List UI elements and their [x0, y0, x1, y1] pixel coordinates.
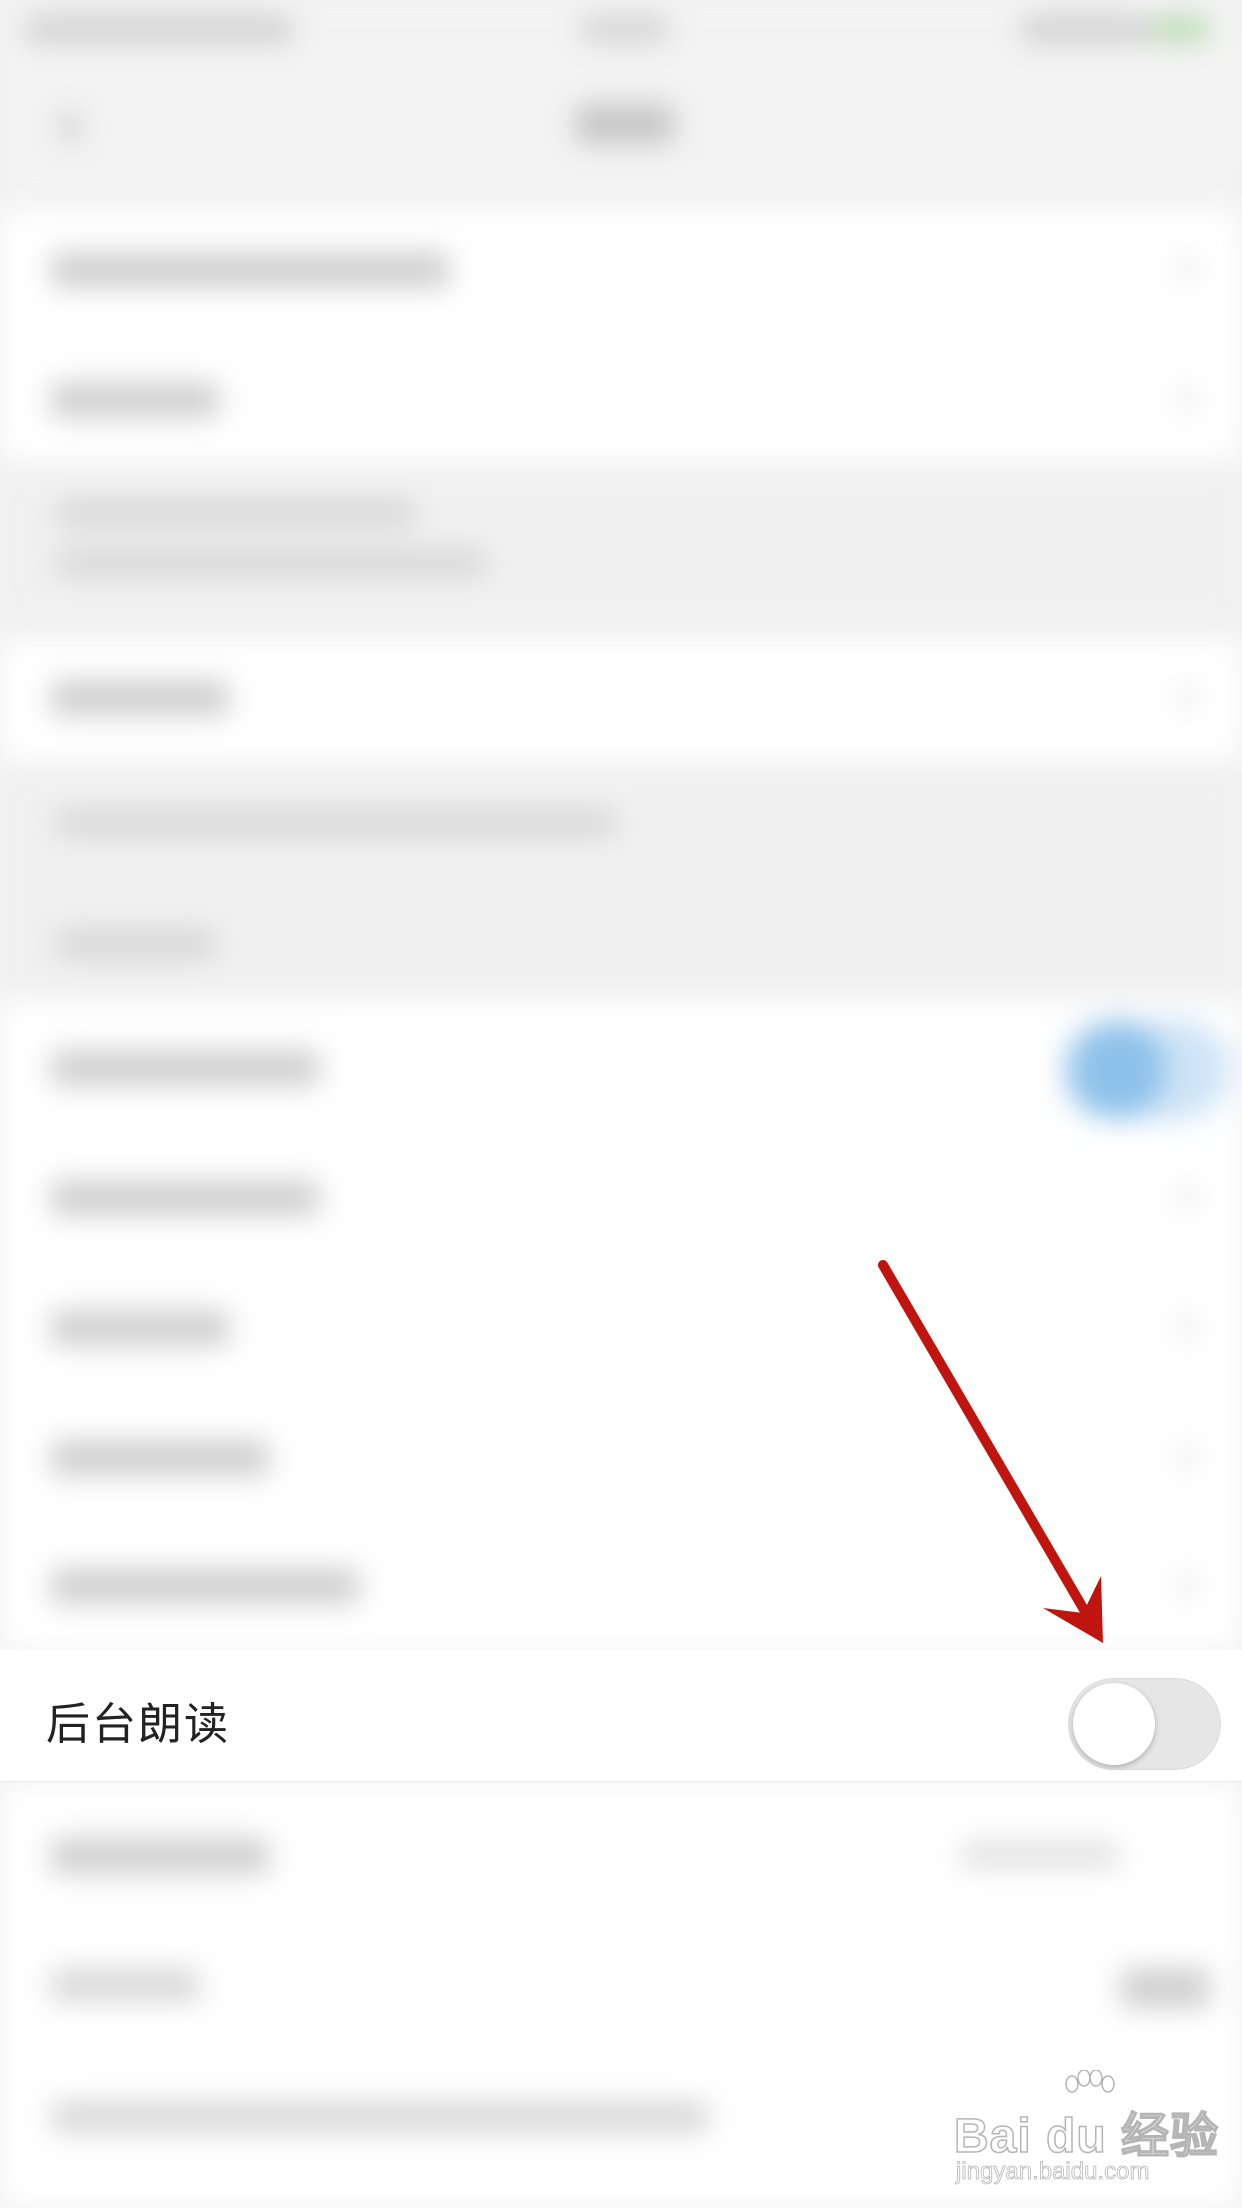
blurred-settings-background [0, 0, 1242, 2208]
background-reading-toggle[interactable] [1068, 1678, 1221, 1770]
blurred-description [0, 470, 1242, 620]
blurred-group-2 [0, 640, 1242, 760]
blurred-header [0, 0, 1242, 190]
blurred-group-1 [0, 210, 1242, 460]
baidu-jingyan-watermark: Bai du 经验 jingyan.baidu.com [950, 2070, 1230, 2190]
background-reading-label: 后台朗读 [46, 1699, 230, 1750]
watermark-url: jingyan.baidu.com [956, 2158, 1150, 2186]
blurred-description-2 [0, 770, 1242, 1000]
blurred-group-3 [0, 1000, 1242, 1650]
watermark-brand: Bai du 经验 [953, 2109, 1220, 2164]
toggle-knob [1073, 1683, 1155, 1765]
background-reading-row[interactable]: 后台朗读 [0, 1650, 1242, 1782]
